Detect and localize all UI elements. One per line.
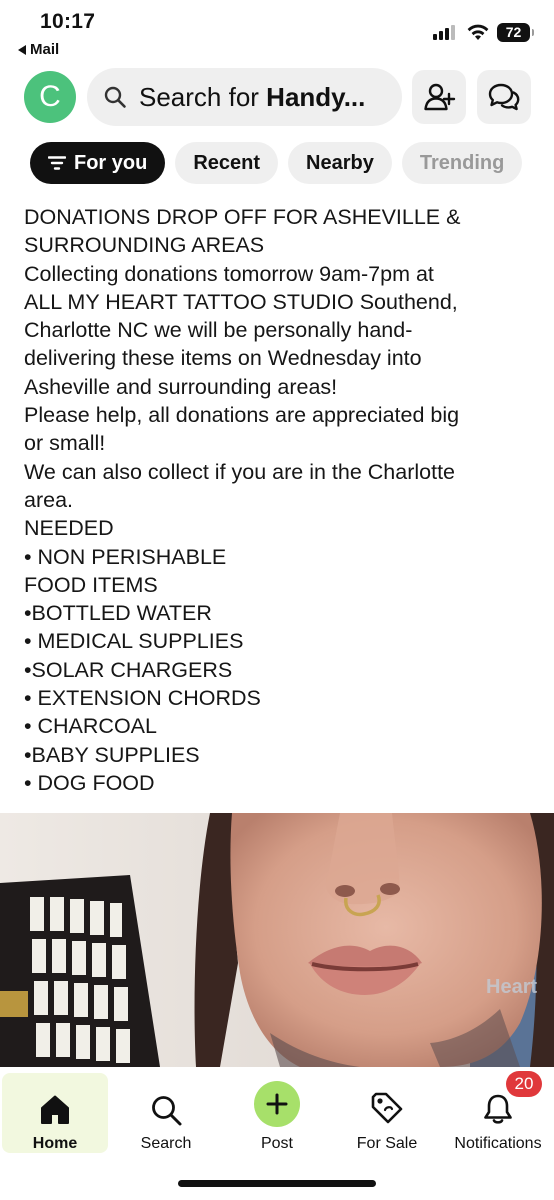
add-person-icon xyxy=(424,83,456,111)
wall-sign-text: Heart xyxy=(486,976,537,998)
filter-recent[interactable]: Recent xyxy=(175,142,279,184)
post-text-line: NEEDED xyxy=(24,516,114,541)
post-text-line: •BOTTLED WATER xyxy=(24,601,212,626)
bell-icon xyxy=(484,1094,512,1124)
notification-count-badge: 20 xyxy=(506,1071,542,1097)
post-text-line: • EXTENSION CHORDS xyxy=(24,686,261,711)
add-neighbor-button[interactable] xyxy=(412,70,466,124)
nav-post[interactable]: Post xyxy=(224,1073,330,1153)
filter-trending[interactable]: Trending xyxy=(401,142,523,184)
search-term: Handy... xyxy=(266,81,366,112)
status-bar: 10:17 Mail 72 xyxy=(0,0,554,64)
nav-search[interactable]: Search xyxy=(113,1073,219,1153)
post-text-line: Charlotte NC we will be personally hand- xyxy=(24,318,413,343)
post-text-line: DONATIONS DROP OFF FOR ASHEVILLE & xyxy=(24,205,461,229)
filter-for-you[interactable]: For you xyxy=(30,142,166,184)
post-text-line: We can also collect if you are in the Ch… xyxy=(24,459,456,484)
home-indicator[interactable] xyxy=(178,1180,376,1187)
cellular-signal-icon xyxy=(433,24,455,40)
nav-for-sale-label: For Sale xyxy=(356,1135,418,1152)
post-image[interactable]: Heart xyxy=(0,813,554,1067)
post-text-line: Please help, all donations are appreciat… xyxy=(24,403,460,428)
post-text-line: • DOG FOOD xyxy=(24,770,155,795)
post-text-line: • NON PERISHABLE xyxy=(24,544,227,569)
back-app-label: Mail xyxy=(30,41,60,58)
nav-notifications-label: Notifications xyxy=(454,1135,542,1152)
nav-home[interactable]: Home xyxy=(2,1073,108,1153)
post-text-line: area. xyxy=(24,487,74,512)
search-placeholder: Search for Handy... xyxy=(139,82,365,113)
post-body: DONATIONS DROP OFF FOR ASHEVILLE & SURROU… xyxy=(24,203,534,797)
profile-avatar[interactable]: C xyxy=(24,71,76,123)
feed-filter-bar: For you Recent Nearby Trending xyxy=(30,142,554,184)
post-text-line: ALL MY HEART TATTOO STUDIO Southend, xyxy=(24,289,458,314)
nav-home-label: Home xyxy=(32,1135,78,1152)
post-text-line: delivering these items on Wednesday into xyxy=(24,346,422,371)
back-arrow-icon xyxy=(18,44,26,55)
search-prefix: Search for xyxy=(139,81,267,112)
filter-nearby[interactable]: Nearby xyxy=(288,142,392,184)
nav-search-label: Search xyxy=(140,1135,192,1152)
back-to-mail-button[interactable]: Mail xyxy=(18,41,59,58)
post-text-line: Asheville and surrounding areas! xyxy=(24,374,338,399)
battery-indicator: 72 xyxy=(497,23,534,42)
post-text-line: •BABY SUPPLIES xyxy=(24,742,200,767)
post-plus-button[interactable] xyxy=(254,1081,300,1127)
post-text-line: FOOD ITEMS xyxy=(24,572,158,597)
home-icon xyxy=(41,1095,69,1124)
post-text-line: • MEDICAL SUPPLIES xyxy=(24,629,244,654)
messages-button[interactable] xyxy=(477,70,531,124)
filter-icon xyxy=(48,156,66,170)
price-tag-icon xyxy=(371,1092,403,1124)
post-text-line: SURROUNDING AREAS xyxy=(24,233,265,258)
nav-post-label: Post xyxy=(260,1135,293,1152)
search-nav-icon xyxy=(152,1096,182,1126)
post-text-line: Collecting donations tomorrow 9am-7pm at xyxy=(24,261,434,286)
post-text-line: or small! xyxy=(24,431,106,456)
search-icon xyxy=(104,86,126,108)
status-time: 10:17 xyxy=(40,10,96,33)
plus-icon xyxy=(266,1093,288,1115)
wifi-icon xyxy=(467,24,489,40)
nav-for-sale[interactable]: For Sale xyxy=(334,1073,440,1153)
post-text-line: •SOLAR CHARGERS xyxy=(24,657,233,682)
chat-bubbles-icon xyxy=(488,83,520,111)
search-input[interactable]: Search for Handy... xyxy=(87,68,402,126)
filter-for-you-label: For you xyxy=(74,151,148,174)
post-text-line: • CHARCOAL xyxy=(24,714,157,739)
post-photo: Heart xyxy=(0,813,554,1067)
